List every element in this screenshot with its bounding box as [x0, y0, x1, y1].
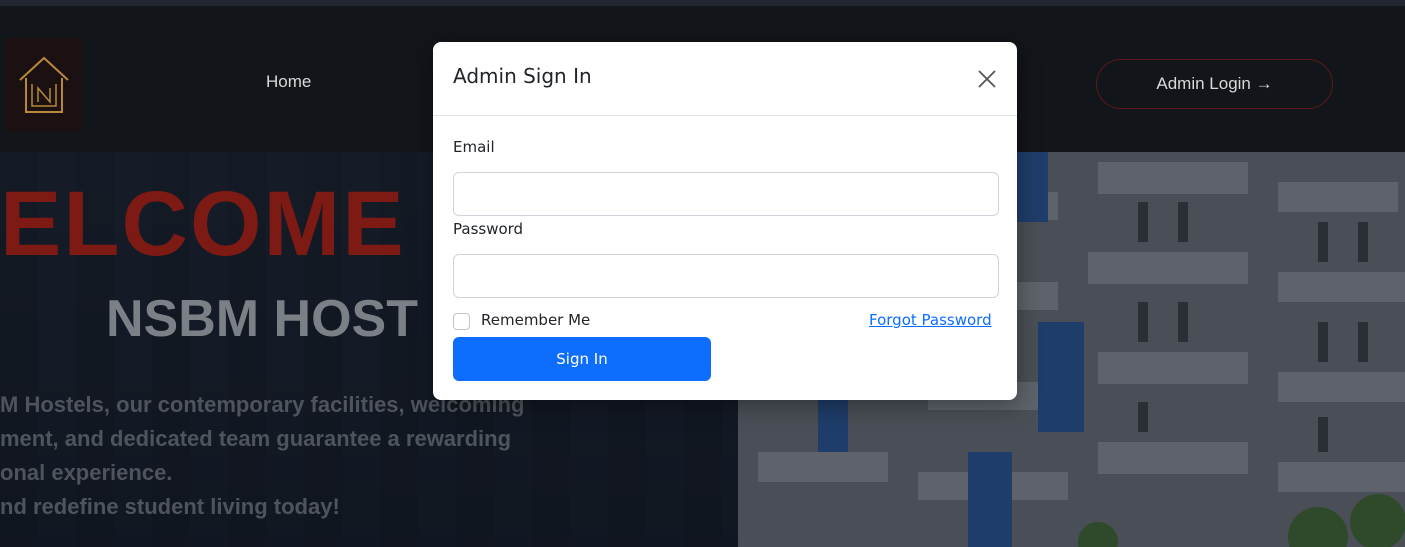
admin-signin-modal: Admin Sign In Email Password Remember Me… [433, 42, 1017, 400]
hero-title: NSBM HOST [106, 290, 418, 348]
hero-welcome-text: ELCOME [0, 173, 406, 275]
email-input[interactable] [453, 172, 999, 216]
hero-description: M Hostels, our contemporary facilities, … [0, 388, 620, 524]
remember-me-checkbox[interactable] [453, 313, 470, 330]
password-input[interactable] [453, 254, 999, 298]
email-label: Email [453, 138, 495, 156]
close-icon [978, 70, 996, 88]
admin-login-button[interactable]: Admin Login → [1096, 59, 1333, 109]
modal-title: Admin Sign In [453, 64, 592, 88]
remember-me-label: Remember Me [481, 311, 591, 329]
hero-line: ment, and dedicated team guarantee a rew… [0, 426, 512, 451]
sign-in-button[interactable]: Sign In [453, 337, 711, 381]
nav-link-home[interactable]: Home [266, 72, 311, 92]
hero-line: nd redefine student living today! [0, 494, 340, 519]
modal-header: Admin Sign In [433, 42, 1017, 116]
close-button[interactable] [976, 68, 998, 90]
forgot-password-link[interactable]: Forgot Password [869, 311, 992, 329]
hero-line: onal experience. [0, 460, 173, 485]
house-logo-icon [19, 56, 69, 113]
password-label: Password [453, 220, 524, 238]
site-logo[interactable] [6, 38, 82, 132]
